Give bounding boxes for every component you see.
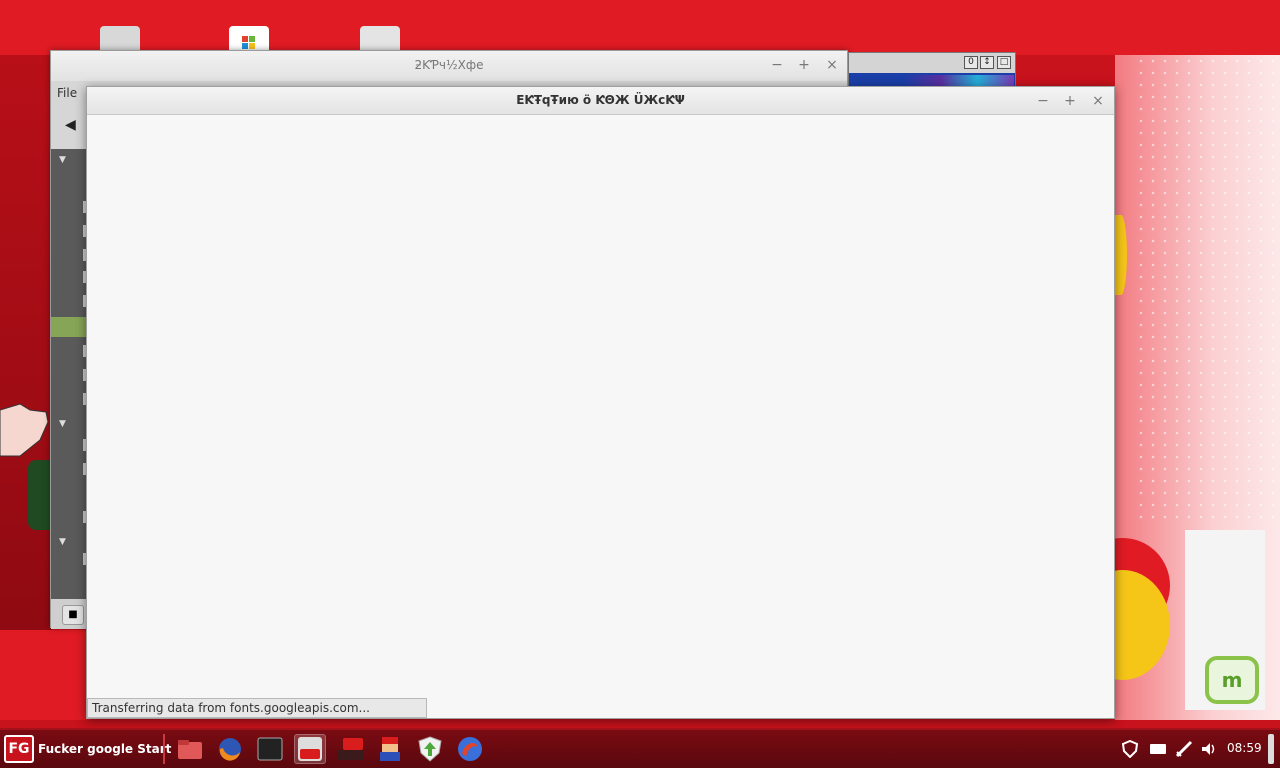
wallpaper-ball — [1115, 530, 1175, 690]
minimize-icon[interactable]: − — [1035, 93, 1051, 109]
close-icon[interactable]: × — [824, 57, 840, 73]
front-window-title: ЕƘŦqŦию ö ƘΘЖ ÜЖсƘΨ — [516, 93, 685, 107]
start-label: Fucker google Start — [38, 742, 172, 756]
youtube-download-icon[interactable] — [334, 734, 366, 764]
keyboard-icon[interactable] — [1149, 740, 1167, 758]
back-window-titlebar[interactable]: ƻƘƤч½Хфе − + × — [51, 51, 847, 81]
browser-window[interactable]: ЕƘŦqŦию ö ƘΘЖ ÜЖсƘΨ − + × Transferring d… — [86, 86, 1115, 719]
start-logo-icon: FG — [4, 735, 34, 763]
peek-button-2[interactable]: □ — [997, 56, 1011, 69]
wallpaper-sleeve — [28, 460, 52, 530]
wallpaper-yellow-shape — [1115, 215, 1127, 295]
shield-icon[interactable] — [1121, 740, 1139, 758]
folder-icon[interactable]: ■ — [62, 605, 84, 625]
section-expander-icon[interactable]: ▼ — [59, 537, 66, 547]
close-icon[interactable]: × — [1090, 93, 1106, 109]
maximize-icon[interactable]: + — [796, 57, 812, 73]
firefox-icon[interactable] — [214, 734, 246, 764]
desktop-wallpaper — [0, 0, 1280, 55]
wallpaper-bottom-left — [0, 630, 90, 720]
back-arrow-icon[interactable]: ◀ — [65, 117, 76, 133]
wallpaper-left — [0, 55, 52, 630]
front-window-titlebar[interactable]: ЕƘŦqŦию ö ƘΘЖ ÜЖсƘΨ − + × — [87, 87, 1114, 115]
network-icon[interactable] — [1175, 740, 1193, 758]
clock[interactable]: 08:59 — [1227, 741, 1262, 755]
folder-icon[interactable] — [174, 734, 206, 764]
maximize-icon[interactable]: + — [1062, 93, 1078, 109]
places-sidebar[interactable]: ▼ ▼ ▼ — [51, 149, 87, 599]
show-desktop-button[interactable] — [1268, 734, 1274, 764]
taskbar-separator — [163, 734, 165, 764]
update-shield-icon[interactable] — [414, 734, 446, 764]
background-app-window[interactable]: 0 ↕ □ — [848, 52, 1016, 89]
terminal-icon[interactable] — [254, 734, 286, 764]
browser-globe-icon[interactable] — [454, 734, 486, 764]
taskbar: FG Fucker google Start 08:59 — [0, 728, 1280, 768]
peek-button-1[interactable]: ↕ — [980, 56, 994, 69]
loading-status-text: Transferring data from fonts.googleapis.… — [87, 698, 427, 718]
mario-icon[interactable] — [374, 734, 406, 764]
start-menu-button[interactable]: FG Fucker google Start — [4, 734, 171, 764]
wallpaper-hand — [0, 403, 49, 457]
linux-mint-logo: m — [1205, 656, 1259, 704]
menu-file[interactable]: File — [51, 81, 91, 109]
youtube-icon[interactable] — [294, 734, 326, 764]
section-expander-icon[interactable]: ▼ — [59, 155, 66, 165]
minimize-icon[interactable]: − — [769, 57, 785, 73]
section-expander-icon[interactable]: ▼ — [59, 419, 66, 429]
peek-button-0[interactable]: 0 — [964, 56, 978, 69]
browser-content-area[interactable]: Transferring data from fonts.googleapis.… — [87, 115, 1114, 718]
volume-icon[interactable] — [1200, 740, 1218, 758]
sidebar-selected-item[interactable] — [51, 317, 87, 337]
back-window-title: ƻƘƤч½Хфе — [414, 58, 484, 72]
